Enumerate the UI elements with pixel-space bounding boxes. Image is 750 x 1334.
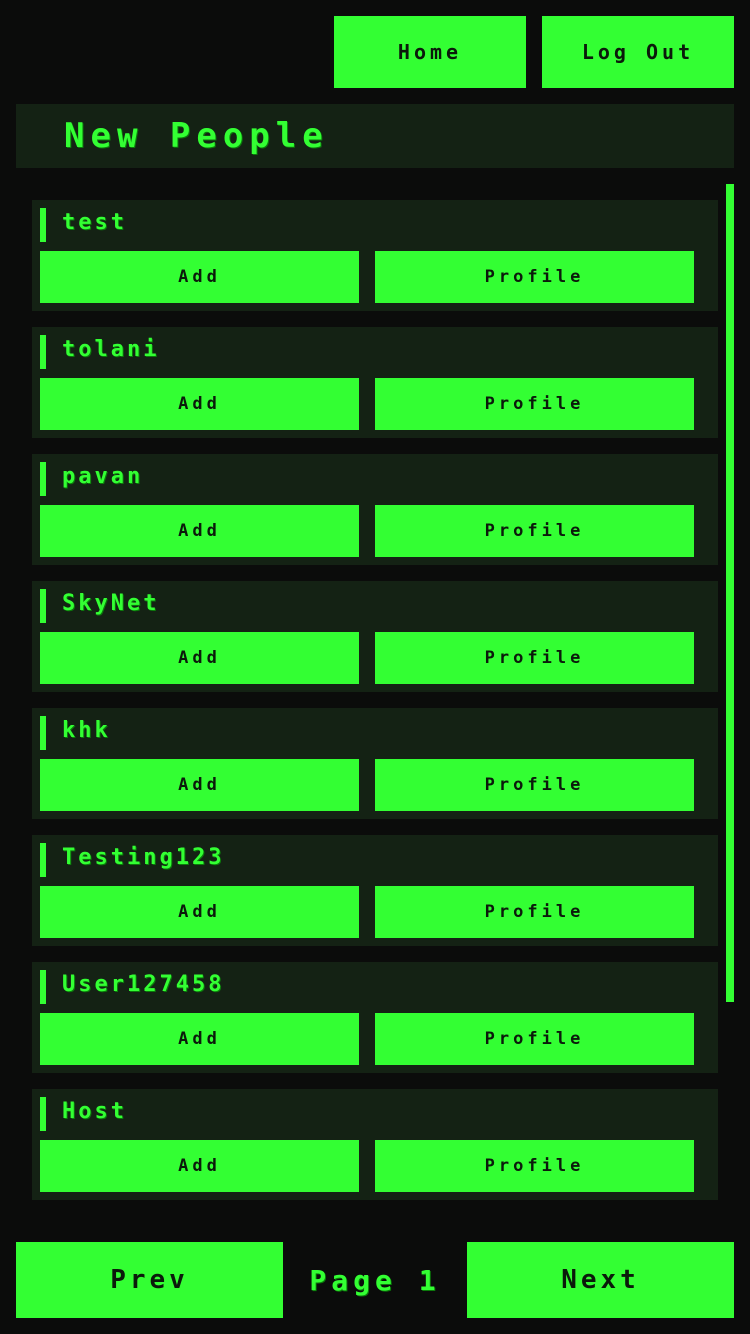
item-marker: [40, 970, 46, 1004]
person-name: User127458: [62, 972, 225, 997]
person-name: Testing123: [62, 845, 225, 870]
profile-button[interactable]: Profile: [375, 632, 694, 684]
person-name: test: [62, 210, 127, 235]
item-marker: [40, 335, 46, 369]
add-button[interactable]: Add: [40, 378, 359, 430]
list-item: tolani Add Profile: [32, 327, 718, 438]
profile-button[interactable]: Profile: [375, 505, 694, 557]
person-name: SkyNet: [62, 591, 160, 616]
add-button[interactable]: Add: [40, 1140, 359, 1192]
list-item: SkyNet Add Profile: [32, 581, 718, 692]
logout-button[interactable]: Log Out: [542, 16, 734, 88]
list-item: test Add Profile: [32, 200, 718, 311]
add-button[interactable]: Add: [40, 1013, 359, 1065]
list-item: khk Add Profile: [32, 708, 718, 819]
profile-button[interactable]: Profile: [375, 886, 694, 938]
profile-button[interactable]: Profile: [375, 1013, 694, 1065]
item-marker: [40, 589, 46, 623]
person-name: khk: [62, 718, 111, 743]
scrollbar[interactable]: [726, 184, 734, 1002]
person-name: Host: [62, 1099, 127, 1124]
profile-button[interactable]: Profile: [375, 251, 694, 303]
profile-button[interactable]: Profile: [375, 759, 694, 811]
add-button[interactable]: Add: [40, 505, 359, 557]
prev-button[interactable]: Prev: [16, 1242, 283, 1318]
item-marker: [40, 716, 46, 750]
list-item: User127458 Add Profile: [32, 962, 718, 1073]
add-button[interactable]: Add: [40, 251, 359, 303]
person-name: tolani: [62, 337, 160, 362]
list-item: Host Add Profile: [32, 1089, 718, 1200]
add-button[interactable]: Add: [40, 759, 359, 811]
person-name: pavan: [62, 464, 144, 489]
add-button[interactable]: Add: [40, 632, 359, 684]
page-indicator: Page 1: [309, 1263, 441, 1297]
pagination: Prev Page 1 Next: [16, 1242, 734, 1318]
page-title: New People: [64, 116, 329, 156]
profile-button[interactable]: Profile: [375, 378, 694, 430]
top-nav: Home Log Out: [334, 16, 734, 88]
item-marker: [40, 462, 46, 496]
item-marker: [40, 1097, 46, 1131]
page-header: New People: [16, 104, 734, 168]
item-marker: [40, 208, 46, 242]
home-button[interactable]: Home: [334, 16, 526, 88]
list-item: pavan Add Profile: [32, 454, 718, 565]
list-item: Testing123 Add Profile: [32, 835, 718, 946]
item-marker: [40, 843, 46, 877]
profile-button[interactable]: Profile: [375, 1140, 694, 1192]
people-list: test Add Profile tolani Add Profile pava…: [16, 184, 734, 1210]
next-button[interactable]: Next: [467, 1242, 734, 1318]
add-button[interactable]: Add: [40, 886, 359, 938]
